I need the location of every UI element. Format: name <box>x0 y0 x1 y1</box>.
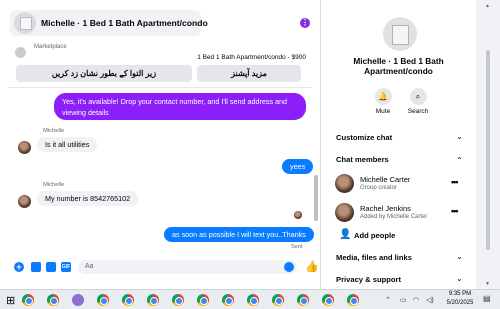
chat-window: Michelle · 1 Bed 1 Bath Apartment/condo … <box>0 0 321 289</box>
chrome-icon[interactable] <box>222 294 234 306</box>
sent-status: Sent <box>291 244 303 250</box>
chat-header[interactable]: Michelle · 1 Bed 1 Bath Apartment/condo <box>10 10 208 36</box>
search-label: Search <box>407 108 429 115</box>
taskbar-clock[interactable]: 9:35 PM 5/20/2025 <box>442 290 478 308</box>
plus-icon[interactable]: + <box>14 262 24 272</box>
chevron-up-icon[interactable]: ⌃ <box>456 156 463 165</box>
chrome-icon[interactable] <box>197 294 209 306</box>
wifi-icon[interactable]: ◠ <box>413 296 419 304</box>
chevron-down-icon[interactable]: ⌄ <box>456 132 463 141</box>
member-role: Group creator <box>360 185 398 191</box>
chrome-icon[interactable] <box>347 294 359 306</box>
chevron-down-icon[interactable]: ⌄ <box>456 252 463 261</box>
add-person-icon[interactable]: 👤 <box>339 229 351 240</box>
search-button[interactable]: ⌕ Search <box>403 88 433 115</box>
clock-time: 9:35 PM <box>448 291 472 297</box>
chrome-icon[interactable] <box>147 294 159 306</box>
emoji-icon[interactable] <box>284 262 294 272</box>
sender-name: Michelle <box>43 182 65 188</box>
page-scrollbar-thumb[interactable] <box>486 50 490 250</box>
panel-title: Michelle · 1 Bed 1 Bath Apartment/condo <box>353 56 444 76</box>
message-incoming[interactable]: My number is 8542765102 <box>37 191 139 206</box>
section-media-files-links[interactable]: Media, files and links <box>336 253 412 262</box>
clock-date: 5/20/2025 <box>446 300 474 306</box>
message-input[interactable]: Aa <box>78 260 297 274</box>
add-people-button[interactable]: Add people <box>354 231 395 240</box>
chrome-icon[interactable] <box>272 294 284 306</box>
scroll-down-icon[interactable]: ▼ <box>485 281 490 287</box>
chat-details-panel: Michelle · 1 Bed 1 Bath Apartment/condo … <box>321 0 476 289</box>
composer: + GIF Aa 👍 <box>0 253 321 279</box>
section-customize-chat[interactable]: Customize chat <box>336 133 392 142</box>
chevron-down-icon[interactable]: ⌄ <box>456 274 463 283</box>
chrome-icon[interactable] <box>22 294 34 306</box>
member-avatar[interactable] <box>335 174 354 193</box>
listing-thumbnail <box>383 17 417 51</box>
member-avatar[interactable] <box>335 203 354 222</box>
member-name[interactable]: Rachel Jenkins <box>360 204 411 213</box>
chat-scrollbar[interactable] <box>314 175 318 221</box>
chrome-icon[interactable] <box>322 294 334 306</box>
sticker-icon[interactable] <box>46 262 56 272</box>
chrome-icon[interactable] <box>47 294 59 306</box>
avatar[interactable] <box>18 141 31 154</box>
taskbar: ⊞ ⌃ ▭ ◠ ◁) <box>0 289 500 309</box>
gif-icon[interactable]: GIF <box>61 262 71 272</box>
member-more-icon[interactable]: ••• <box>451 206 459 216</box>
mute-label: Mute <box>375 108 391 115</box>
chrome-icon[interactable] <box>247 294 259 306</box>
chrome-icon[interactable] <box>297 294 309 306</box>
sender-name: Michelle <box>43 128 65 134</box>
avatar[interactable] <box>18 195 31 208</box>
chrome-icon[interactable] <box>170 291 186 308</box>
listing-title[interactable]: 1 Bed 1 Bath Apartment/condo - $900 <box>197 54 306 61</box>
section-privacy-support[interactable]: Privacy & support <box>336 275 401 284</box>
notification-icon[interactable]: ▤ <box>483 294 491 303</box>
listing-thumbnail <box>14 12 36 34</box>
image-icon[interactable] <box>31 262 41 272</box>
more-options-icon[interactable]: ⋮ <box>300 18 310 28</box>
member-more-icon[interactable]: ••• <box>451 177 459 187</box>
more-options-button[interactable]: مزید آپشنز <box>197 65 301 82</box>
message-outgoing[interactable]: Yes, it's available! Drop your contact n… <box>54 93 306 120</box>
volume-icon[interactable]: ◁) <box>426 296 434 304</box>
mute-button[interactable]: 🔔 Mute <box>368 88 398 115</box>
section-chat-members[interactable]: Chat members <box>336 155 389 164</box>
message-outgoing[interactable]: as soon as possible I will text you..Tha… <box>164 227 314 242</box>
thumbs-up-icon[interactable]: 👍 <box>305 260 319 273</box>
chrome-icon[interactable] <box>122 294 134 306</box>
member-role: Added by Michelle Carter <box>360 214 428 220</box>
windows-start-icon[interactable]: ⊞ <box>6 294 15 307</box>
chevron-up-icon[interactable]: ⌃ <box>385 296 391 304</box>
page-scrollbar-track[interactable] <box>481 0 500 289</box>
marketplace-label: Marketplace <box>34 44 67 50</box>
chat-title: Michelle · 1 Bed 1 Bath Apartment/condo <box>41 18 208 28</box>
bell-icon: 🔔 <box>374 88 392 105</box>
mark-pending-button[interactable]: زیر التوا کے بطور نشان زد کریں <box>16 65 192 82</box>
message-incoming[interactable]: Is it all utilities <box>37 137 98 152</box>
search-icon: ⌕ <box>409 88 427 105</box>
message-outgoing[interactable]: yees <box>282 159 314 174</box>
app-icon[interactable] <box>72 294 84 306</box>
listing-mini-thumbnail <box>15 47 26 58</box>
battery-icon[interactable]: ▭ <box>400 296 407 304</box>
read-receipt-avatar <box>294 211 302 219</box>
member-name[interactable]: Michelle Carter <box>360 175 410 184</box>
chrome-icon[interactable] <box>97 294 109 306</box>
divider <box>8 87 312 88</box>
scroll-up-icon[interactable]: ▲ <box>485 3 490 9</box>
